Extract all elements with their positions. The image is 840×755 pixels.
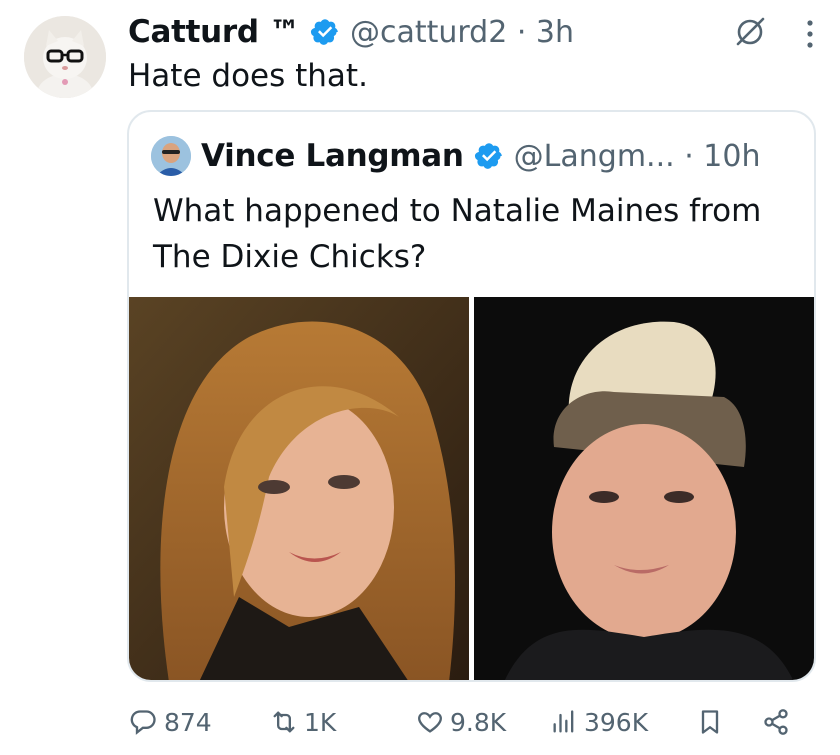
views-button[interactable]: 396K xyxy=(550,700,648,744)
like-count: 9.8K xyxy=(450,707,507,737)
reply-count: 874 xyxy=(164,707,212,737)
author-name[interactable]: Catturd ™ xyxy=(128,14,300,50)
quoted-author-handle-time[interactable]: @Langm... · 10h xyxy=(514,139,761,174)
view-count: 396K xyxy=(584,707,649,737)
quoted-tweet-header: Vince Langman @Langm... · 10h xyxy=(151,134,760,178)
quoted-tweet[interactable]: Vince Langman @Langm... · 10h What happe… xyxy=(127,110,816,682)
bookmark-icon xyxy=(701,710,719,734)
quoted-avatar[interactable] xyxy=(151,136,191,176)
heart-icon xyxy=(418,712,442,733)
repost-button[interactable]: 1K xyxy=(270,700,336,744)
views-icon xyxy=(553,710,574,733)
woman-long-blonde-hair-photo xyxy=(129,297,469,680)
verified-badge-icon xyxy=(310,19,338,45)
avatar[interactable] xyxy=(24,16,106,98)
tweet-header: Catturd ™ @catturd2 · 3h xyxy=(128,10,820,54)
share-button[interactable] xyxy=(762,700,796,744)
action-bar: 874 1K 9.8K 396K xyxy=(130,700,820,744)
repost-icon xyxy=(273,711,295,733)
quoted-author-name[interactable]: Vince Langman xyxy=(201,138,464,174)
photo-right[interactable] xyxy=(474,297,814,680)
share-icon xyxy=(764,709,788,735)
reply-button[interactable]: 874 xyxy=(130,700,212,744)
woman-platinum-mohawk-photo xyxy=(474,297,814,680)
quoted-tweet-text: What happened to Natalie Maines from The… xyxy=(153,193,762,275)
grok-icon[interactable] xyxy=(732,14,768,50)
bookmark-button[interactable] xyxy=(696,700,730,744)
like-button[interactable]: 9.8K xyxy=(416,700,506,744)
more-icon[interactable] xyxy=(804,18,816,50)
verified-badge-icon xyxy=(474,143,502,169)
reply-icon xyxy=(130,710,156,735)
author-handle-time[interactable]: @catturd2 · 3h xyxy=(350,15,574,50)
repost-count: 1K xyxy=(304,707,337,737)
man-sunglasses-avatar-icon xyxy=(151,136,191,176)
tweet-text: Hate does that. xyxy=(128,58,368,94)
photo-left[interactable] xyxy=(129,297,469,680)
cat-avatar-icon xyxy=(24,16,106,98)
